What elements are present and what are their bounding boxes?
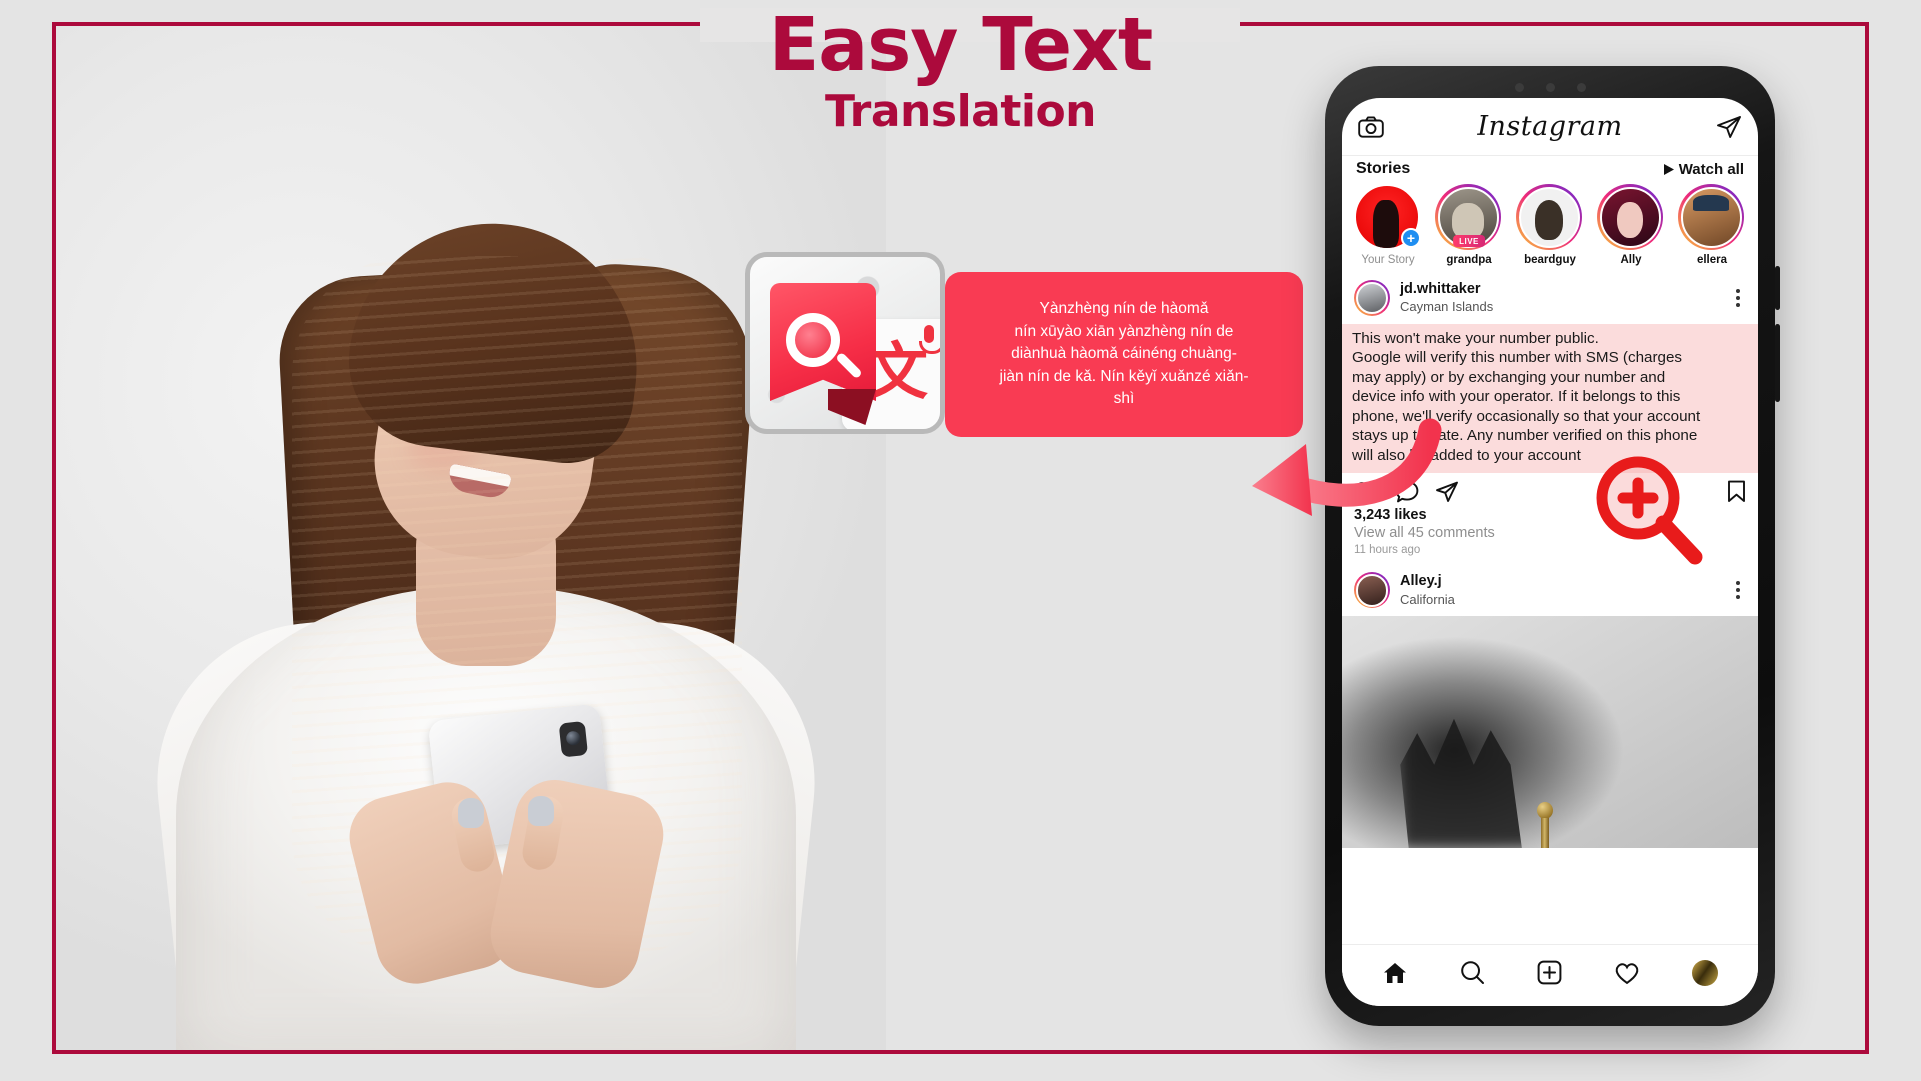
page-title: Easy Text Translation: [0, 6, 1921, 137]
home-icon[interactable]: [1382, 961, 1408, 985]
post-header-1: jd.whittaker Cayman Islands: [1342, 272, 1758, 324]
bookmark-icon[interactable]: [1727, 480, 1746, 503]
story-ring: [1597, 184, 1663, 250]
story-item[interactable]: beardguy: [1516, 184, 1584, 266]
story-username: beardguy: [1524, 254, 1576, 266]
phone-volume-button[interactable]: [1775, 266, 1780, 310]
phone-power-button[interactable]: [1775, 324, 1780, 402]
translation-result-text: Yànzhèng nín de hàomǎ nín xūyào xiān yàn…: [999, 299, 1249, 408]
avatar[interactable]: [1354, 280, 1390, 316]
story-ring: [1678, 184, 1744, 250]
post-location-1: Cayman Islands: [1400, 299, 1494, 315]
instagram-feed: jd.whittaker Cayman Islands This won't m…: [1342, 272, 1758, 944]
post-options-icon-2[interactable]: [1730, 577, 1746, 603]
post-location-2: California: [1400, 591, 1455, 607]
hair-top: [339, 207, 653, 471]
magnifier-lens-icon: [786, 313, 840, 367]
story-username: ellera: [1696, 254, 1728, 266]
live-badge: LIVE: [1453, 235, 1485, 247]
held-phone-camera: [558, 720, 589, 758]
search-icon[interactable]: [1460, 960, 1485, 985]
play-triangle-icon: [1663, 163, 1674, 175]
story-item[interactable]: Ally: [1597, 184, 1665, 266]
profile-avatar[interactable]: [1692, 959, 1718, 986]
post-image-chess-pawn: [1342, 616, 1758, 849]
add-post-icon[interactable]: [1537, 960, 1562, 985]
magnifier-plus-icon: [1596, 456, 1703, 565]
poster-canvas: 文 Yànzhèng nín de hàomǎ nín xūyào xiān y…: [0, 0, 1921, 1081]
story-item[interactable]: LIVE grandpa: [1435, 184, 1503, 266]
story-avatar: [1599, 186, 1661, 248]
story-ring: [1516, 184, 1582, 250]
post-username-2[interactable]: Alley.j: [1400, 573, 1720, 590]
instagram-bottom-nav: [1342, 944, 1758, 1006]
add-story-plus-icon[interactable]: +: [1401, 228, 1421, 248]
avatar[interactable]: [1354, 572, 1390, 609]
post-username-1[interactable]: jd.whittaker: [1400, 281, 1720, 298]
story-item[interactable]: ellera: [1678, 184, 1746, 266]
title-line-2: Translation: [824, 86, 1097, 138]
watch-all-label: Watch all: [1678, 160, 1744, 178]
story-username: Ally: [1620, 254, 1642, 266]
fingernail-left: [458, 798, 484, 828]
stories-header: Stories Watch all: [1342, 156, 1758, 180]
title-line-1: Easy Text: [768, 2, 1153, 88]
story-username: grandpa: [1446, 254, 1492, 266]
fingernail-right: [528, 796, 554, 826]
hero-photo-woman-with-phone: [56, 26, 886, 1050]
crown-shadow: [1400, 718, 1522, 849]
stories-label: Stories: [1356, 160, 1411, 177]
post-options-icon-1[interactable]: [1730, 285, 1746, 311]
story-username: Your Story: [1361, 254, 1415, 266]
chess-pawn: [1535, 802, 1555, 849]
watch-all-button[interactable]: Watch all: [1663, 160, 1744, 178]
curved-arrow: [1252, 418, 1442, 516]
microphone-icon: [919, 325, 940, 354]
translator-app-icon[interactable]: 文: [745, 252, 945, 434]
story-item[interactable]: + Your Story: [1354, 184, 1422, 266]
story-avatar: [1518, 186, 1580, 248]
story-avatar: [1680, 186, 1742, 248]
stories-row[interactable]: + Your Story LIVE grandpa beardguy Ally ellera: [1342, 180, 1758, 272]
activity-heart-icon[interactable]: [1614, 961, 1640, 985]
